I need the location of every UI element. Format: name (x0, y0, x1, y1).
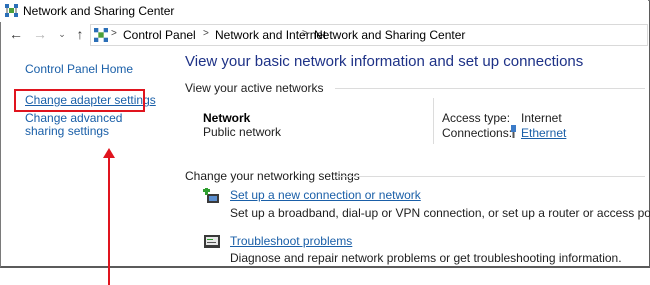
left-pane: Control Panel Home Change adapter settin… (0, 48, 175, 285)
up-arrow-icon[interactable]: ↑ (72, 26, 88, 42)
new-connection-icon (203, 188, 219, 203)
network-category[interactable]: Public network (203, 125, 281, 139)
main-pane: View your basic network information and … (175, 48, 650, 265)
ethernet-connection-link[interactable]: Ethernet (521, 126, 566, 140)
forward-arrow-icon[interactable]: → (32, 26, 48, 42)
window-title: Network and Sharing Center (23, 4, 175, 18)
breadcrumb-separator[interactable]: > (111, 28, 117, 39)
page-heading: View your basic network information and … (185, 53, 584, 70)
active-networks-heading: View your active networks (185, 81, 324, 95)
breadcrumb-control-panel[interactable]: Control Panel (123, 28, 196, 42)
address-bar[interactable]: > Control Panel > Network and Internet >… (90, 24, 648, 46)
section-divider (335, 176, 645, 177)
network-center-icon (94, 28, 108, 42)
breadcrumb-separator[interactable]: > (203, 28, 209, 39)
access-type-label: Access type: (442, 111, 511, 125)
recent-locations-icon[interactable]: ⌄ (54, 26, 70, 42)
annotation-arrow (108, 154, 110, 285)
highlight-box (14, 89, 145, 112)
access-type-value: Internet (521, 111, 562, 125)
vertical-divider (433, 98, 434, 144)
navigation-bar: ← → ⌄ ↑ > Control Panel > Network and In… (0, 22, 648, 48)
troubleshoot-icon (204, 235, 220, 248)
breadcrumb-network-sharing[interactable]: Network and Sharing Center (314, 28, 465, 42)
breadcrumb-separator[interactable]: > (302, 28, 308, 39)
connections-label: Connections: (442, 126, 513, 140)
setup-connection-description: Set up a broadband, dial-up or VPN conne… (230, 206, 650, 220)
title-bar: Network and Sharing Center (0, 0, 648, 22)
network-name: Network (203, 111, 251, 125)
change-settings-heading: Change your networking settings (185, 169, 360, 183)
breadcrumb-network-internet[interactable]: Network and Internet (215, 28, 326, 42)
control-panel-home-link[interactable]: Control Panel Home (25, 62, 133, 76)
troubleshoot-description: Diagnose and repair network problems or … (230, 251, 622, 265)
network-center-icon (5, 4, 18, 17)
back-arrow-icon[interactable]: ← (8, 26, 24, 42)
troubleshoot-problems-link[interactable]: Troubleshoot problems (230, 234, 352, 248)
change-advanced-sharing-link[interactable]: Change advanced sharing settings (25, 112, 150, 138)
section-divider (335, 88, 645, 89)
ethernet-icon (511, 125, 516, 138)
setup-connection-link[interactable]: Set up a new connection or network (230, 188, 421, 202)
